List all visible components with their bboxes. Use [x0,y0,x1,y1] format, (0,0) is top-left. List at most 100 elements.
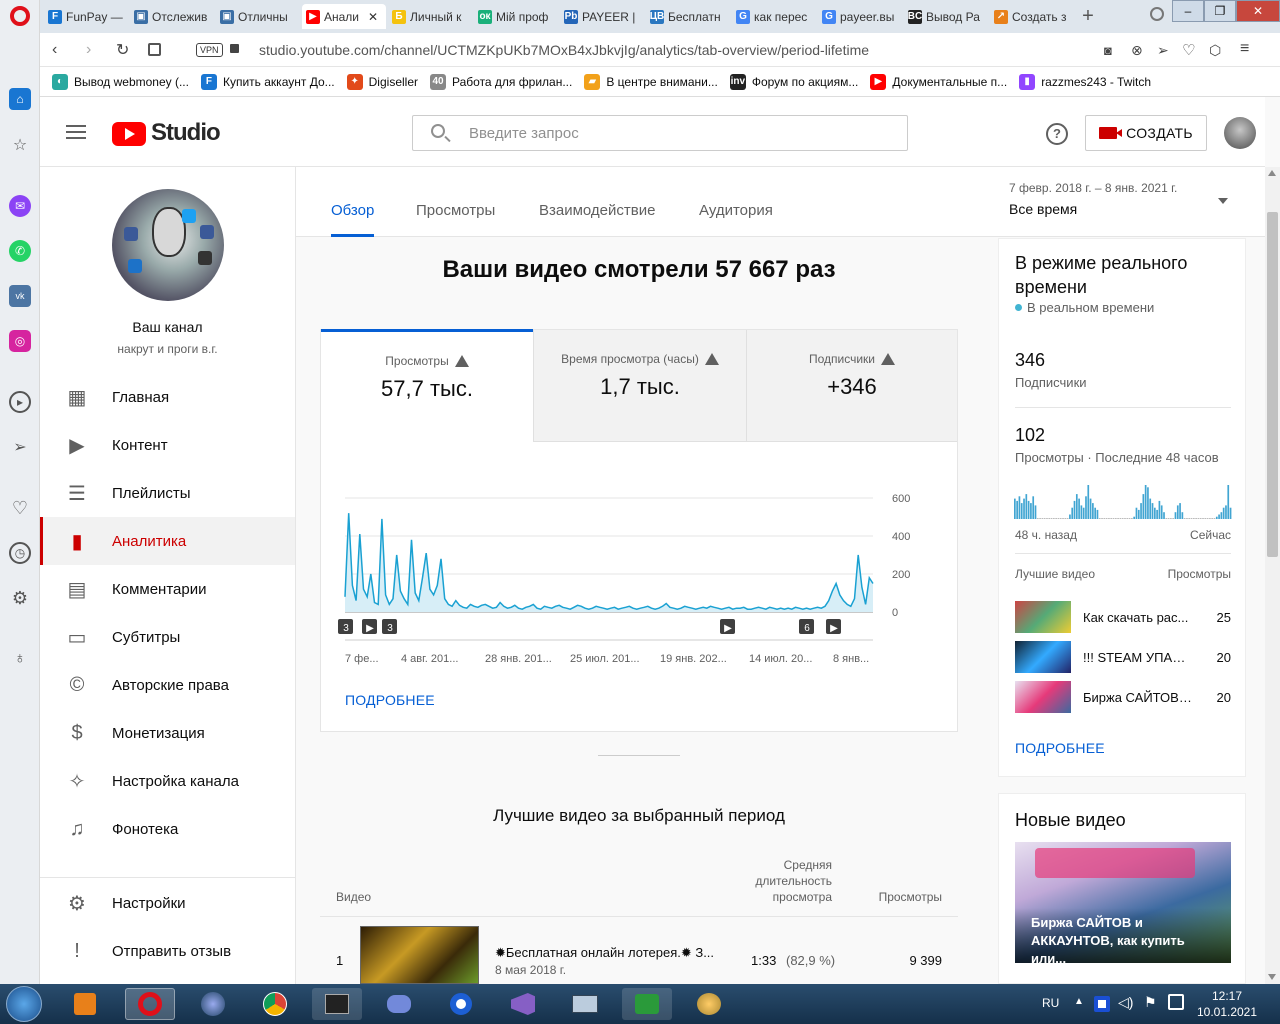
star-icon[interactable]: ☆ [9,134,31,156]
tray-arrow-icon[interactable]: ▲ [1074,996,1084,1007]
metric-subscribers[interactable]: Подписчики +346 [746,330,957,442]
tray-app-icon[interactable] [1094,996,1110,1012]
bookmark-item[interactable]: ◐ Вывод webmoney (... [52,73,189,90]
nav-item[interactable]: ▭ Субтитры [40,613,295,661]
realtime-bar-chart[interactable] [1014,484,1232,520]
close-window-icon[interactable]: ✕ [1236,0,1280,22]
channel-avatar[interactable] [112,189,224,301]
settings-icon[interactable]: ⚙ [9,587,31,609]
more-button[interactable]: ПОДРОБНЕЕ [345,692,435,708]
start-button-icon[interactable] [6,986,42,1022]
send-icon[interactable]: ➢ [9,436,31,458]
block-icon[interactable]: ⊗ [1131,42,1143,59]
scroll-down-icon[interactable] [1268,974,1276,980]
browser-tab[interactable]: BC Вывод Ра [904,4,988,29]
speed-dial-icon[interactable] [148,43,161,56]
views-chart[interactable]: 600 400 200 0 3 ▶ 3 ▶ 6 ▶ 7 фе... 4 авг. 201... 28 я… [333,480,933,680]
new-tab-button[interactable]: + [1076,5,1100,27]
messenger-icon[interactable]: ✉ [9,195,31,217]
page-scrollbar[interactable] [1265,167,1280,984]
nav-item[interactable]: ✧ Настройка канала [40,757,295,805]
heart-icon[interactable]: ♡ [1182,41,1195,59]
search-tabs-icon[interactable] [1150,7,1164,21]
browser-tab[interactable]: ок Мій проф [474,4,558,29]
new-video-thumbnail[interactable]: Биржа САЙТОВ и АККАУНТОВ, как купить или… [1015,842,1231,963]
menu-icon[interactable]: ≡ [1240,40,1249,58]
discord-icon[interactable] [374,988,424,1020]
opera-logo-icon[interactable] [10,6,30,26]
send-icon[interactable]: ➢ [1157,42,1169,59]
vpn-badge[interactable]: VPN [196,43,223,57]
terminal-icon[interactable] [312,988,362,1020]
url-input[interactable]: studio.youtube.com/channel/UCTMZKpUKb7MO… [259,42,1099,58]
keyboard-icon[interactable] [560,988,610,1020]
nav-item[interactable]: ▦ Главная [40,373,295,421]
clock-date[interactable]: 10.01.2021 [1196,1005,1258,1019]
clock-time[interactable]: 12:17 [1196,989,1258,1003]
camera-icon[interactable]: ◙ [1104,43,1112,58]
chart-event-marker[interactable]: 3 [382,619,397,634]
record-icon[interactable] [436,988,486,1020]
bookmark-item[interactable]: F Купить аккаунт До... [200,73,335,90]
flag-icon[interactable]: ⚑ [1144,994,1157,1011]
nav-item[interactable]: ▮ Аналитика [40,517,295,565]
analytics-tab[interactable]: Аудитория [699,202,773,237]
scroll-thumb[interactable] [1267,212,1278,557]
back-icon[interactable]: ‹ [52,41,57,59]
nav-item[interactable]: ⚙ Настройки [40,879,295,927]
help-icon[interactable]: ? [1046,123,1068,145]
instagram-icon[interactable]: ◎ [9,330,31,352]
opera-taskbar-icon[interactable] [125,988,175,1020]
analytics-tab[interactable]: Обзор [331,202,375,237]
nav-item[interactable]: ! Отправить отзыв [40,927,295,975]
chart-event-marker[interactable]: 3 [338,619,353,634]
home-icon[interactable]: ⌂ [9,88,31,110]
search-box[interactable]: Введите запрос [412,115,908,151]
lightbulb-icon[interactable]: ♁ [9,648,31,670]
browser-tab[interactable]: ▣ Отслежив [130,4,214,29]
analytics-tab[interactable]: Взаимодействие [539,202,655,237]
player-icon[interactable]: ▸ [9,391,31,413]
metric-watch-time[interactable]: Время просмотра (часы) 1,7 тыс. [533,330,746,442]
video-thumbnail[interactable] [360,926,479,984]
table-row[interactable]: 1 ✹Бесплатная онлайн лотерея.✹ З... 8 ма… [320,917,958,984]
create-button[interactable]: СОЗДАТЬ [1085,115,1207,151]
caret-down-icon[interactable] [1218,198,1228,204]
analytics-tab[interactable]: Просмотры [416,202,495,237]
realtime-video-item[interactable]: Биржа САЙТОВ ... 20 [1015,681,1231,713]
chart-event-marker[interactable]: ▶ [720,619,735,634]
heart-icon[interactable]: ♡ [9,497,31,519]
chrome-icon[interactable] [250,988,300,1020]
minimize-icon[interactable]: – [1172,0,1204,22]
chart-event-marker[interactable]: 6 [799,619,814,634]
bookmark-item[interactable]: ▶ Документальные п... [870,73,1007,90]
visual-studio-icon[interactable] [498,988,548,1020]
browser-tab[interactable]: F FunPay — [44,4,128,29]
period-select[interactable]: Все время [1009,201,1077,217]
browser-tab[interactable]: Б Личный к [388,4,472,29]
restore-icon[interactable]: ❐ [1204,0,1236,22]
avatar[interactable] [1224,117,1256,149]
network-globe-icon[interactable] [188,988,238,1020]
browser-tab[interactable]: Pb PAYEER | [560,4,644,29]
browser-tab[interactable]: ▶ Анали ✕ [302,4,386,29]
browser-tab[interactable]: Gкак перес [732,4,816,29]
network-icon[interactable] [1168,994,1184,1010]
realtime-more-button[interactable]: ПОДРОБНЕЕ [1015,740,1105,756]
vpn-app-icon[interactable] [622,988,672,1020]
nav-item[interactable]: $ Монетизация [40,709,295,757]
bookmark-item[interactable]: inv Форум по акциям... [729,73,858,90]
chart-event-marker[interactable]: ▶ [362,619,377,634]
history-icon[interactable]: ◷ [9,542,31,564]
browser-tab[interactable]: ▣ Отличны [216,4,300,29]
forward-icon[interactable]: › [86,41,91,59]
search-input[interactable]: Введите запрос [469,125,579,142]
hamburger-icon[interactable] [66,125,86,139]
realtime-video-item[interactable]: !!! STEAM УПАЛ !... 20 [1015,641,1231,673]
bookmark-item[interactable]: ✦ Digiseller [346,73,418,90]
nav-item[interactable]: ▤ Комментарии [40,565,295,613]
realtime-video-item[interactable]: Как скачать рас... 25 [1015,601,1231,633]
nav-item[interactable]: © Авторские права [40,661,295,709]
vk-icon[interactable]: vk [9,285,31,307]
metric-views[interactable]: Просмотры 57,7 тыс. [321,329,533,441]
